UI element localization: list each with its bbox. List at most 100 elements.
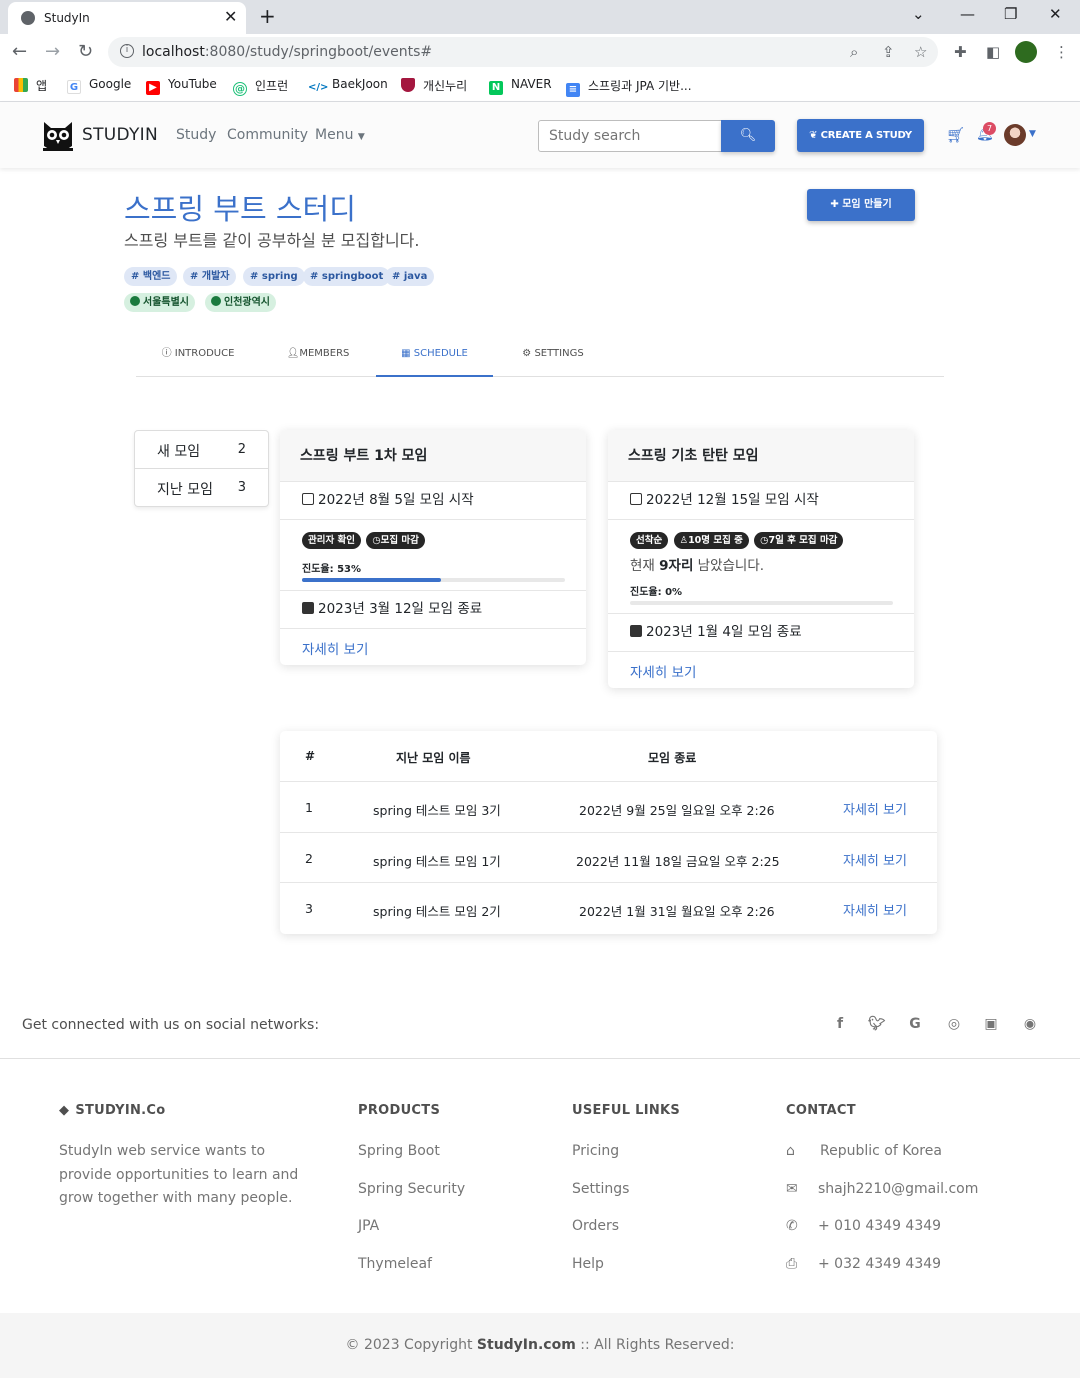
footer-about-line: grow together with many people. [59,1190,293,1206]
list-item-new-events[interactable]: 새 모임 2 [135,431,268,469]
study-tabs: ⓘ INTRODUCE 👤︎MEMBERS ▦ SCHEDULE ⚙ SETTI… [136,340,944,377]
google-icon[interactable]: G [907,1016,923,1032]
cart-icon[interactable]: 🛒︎ [946,126,965,144]
list-item-count: 2 [237,442,246,457]
event-detail-link[interactable]: 자세히 보기 [302,638,368,658]
nav-community[interactable]: Community [227,127,308,143]
progress-label: 진도율: 0% [630,587,683,598]
caret-down-icon: ▼ [357,132,365,142]
footer-useful-link[interactable]: Orders [572,1218,619,1234]
reload-icon[interactable]: ↻ [78,41,93,62]
footer-useful-link[interactable]: Help [572,1256,604,1272]
footer-products-title: PRODUCTS [358,1103,441,1118]
study-title: 스프링 부트 스터디 [124,192,356,226]
table-row: 3 spring 테스트 모임 2기 2022년 1월 31일 월요일 오후 2… [280,883,937,934]
nav-study[interactable]: Study [176,127,216,143]
minimize-icon[interactable]: — [960,5,975,23]
tab-search-icon[interactable]: ⌄ [912,5,925,23]
tab-members[interactable]: 👤︎MEMBERS [260,340,376,377]
caret-down-icon[interactable]: ▼ [1029,129,1036,139]
google-icon: G [67,80,81,94]
site-info-icon[interactable]: i [120,44,134,58]
browser-tab[interactable]: StudyIn ✕ [8,2,246,34]
share-icon[interactable]: ⇪ [882,43,895,61]
brand-name[interactable]: STUDYIN [82,125,158,145]
list-item-label: 지난 모임 [157,482,213,498]
new-tab-icon[interactable]: + [259,4,276,28]
plus-icon: ✚ [830,199,839,210]
list-item-count: 3 [237,480,246,495]
footer-product-link[interactable]: Spring Security [358,1181,465,1197]
tab-settings[interactable]: ⚙ SETTINGS [493,340,613,377]
bookmark-naver[interactable]: N NAVER [489,77,552,95]
bookmark-baekjoon[interactable]: </> BaekJoon [308,77,388,95]
footer-product-link[interactable]: JPA [358,1218,379,1234]
footer-about-line: StudyIn web service wants to [59,1143,266,1159]
zoom-icon[interactable]: ⌕ [850,43,858,61]
footer-useful-link[interactable]: Pricing [572,1143,619,1159]
nav-menu[interactable]: Menu ▼ [315,127,365,143]
bookmark-apps[interactable]: 앱 [14,77,47,94]
tab-introduce[interactable]: ⓘ INTRODUCE [136,340,260,377]
create-meeting-button[interactable]: ✚ 모임 만들기 [807,189,915,221]
footer-product-link[interactable]: Spring Boot [358,1143,440,1159]
side-panel-icon[interactable]: ◧ [986,43,1000,61]
row-name: spring 테스트 모임 2기 [373,904,501,919]
tag-chip[interactable]: # 개발자 [183,267,237,286]
event-detail-link[interactable]: 자세히 보기 [630,661,696,681]
zone-chip[interactable]: 인천광역시 [205,293,276,312]
search-button[interactable]: 🔍︎ [721,120,775,152]
bookmark-gaesin[interactable]: 개신누리 [401,77,467,94]
twitter-icon[interactable]: 🐦︎ [868,1016,886,1032]
bookmark-youtube[interactable]: ▶ YouTube [146,77,217,95]
seats-remaining-text: 현재 9자리 남았습니다. [630,558,765,574]
extensions-icon[interactable]: ✚ [954,43,967,61]
list-item-past-events[interactable]: 지난 모임 3 [135,469,268,507]
progress-bar [302,578,565,582]
row-detail-link[interactable]: 자세히 보기 [843,850,907,869]
event-start: 2022년 12월 15일 모임 시작 [608,482,914,520]
row-detail-link[interactable]: 자세히 보기 [843,799,907,818]
gears-icon: ⚙ [522,348,532,359]
forward-icon[interactable]: → [45,41,60,62]
row-detail-link[interactable]: 자세히 보기 [843,900,907,919]
browser-tab-strip: StudyIn ✕ + ⌄ — ❐ ✕ [0,0,1080,34]
close-tab-icon[interactable]: ✕ [224,7,237,26]
contact-address: Republic of Korea [820,1143,942,1159]
calendar-icon [302,602,314,614]
more-menu-icon[interactable]: ⋮ [1054,43,1069,61]
restore-icon[interactable]: ❐ [1004,5,1017,23]
list-item-label: 새 모임 [157,444,201,460]
tag-chip[interactable]: # 백엔드 [124,267,178,286]
bookmark-spring-jpa[interactable]: ≡ 스프링과 JPA 기반... [566,77,692,97]
instagram-icon[interactable]: ◎ [946,1016,962,1032]
owl-logo-icon[interactable] [40,118,76,154]
zone-chip[interactable]: 서울특별시 [124,293,195,312]
bookmark-google[interactable]: G Google [67,77,131,94]
close-window-icon[interactable]: ✕ [1049,5,1062,23]
user-avatar[interactable] [1004,124,1026,146]
back-icon[interactable]: ← [12,41,27,62]
past-events-table: # 지난 모임 이름 모임 종료 1 spring 테스트 모임 3기 2022… [280,731,937,934]
tag-chip[interactable]: # spring [243,267,305,286]
app-navbar: STUDYIN Study Community Menu ▼ 🔍︎ ❦ CREA… [0,102,1080,168]
study-search-input[interactable] [538,120,722,152]
calendar-check-icon [302,493,314,505]
facebook-icon[interactable]: f [832,1016,848,1032]
docs-icon: ≡ [566,83,580,97]
copyright-site-link[interactable]: StudyIn.com [477,1337,576,1353]
bookmark-star-icon[interactable]: ☆ [914,43,927,61]
tab-schedule[interactable]: ▦ SCHEDULE [376,340,493,377]
address-bar[interactable]: i localhost:8080/study/springboot/events… [108,37,938,67]
footer-links-title: USEFUL LINKS [572,1103,681,1118]
profile-avatar[interactable] [1015,41,1037,63]
footer-useful-link[interactable]: Settings [572,1181,629,1197]
github-icon[interactable]: ◉ [1022,1016,1038,1032]
apps-grid-icon [14,78,28,92]
bookmark-inflearn[interactable]: @ 인프런 [233,77,288,96]
footer-product-link[interactable]: Thymeleaf [358,1256,432,1272]
create-study-button[interactable]: ❦ CREATE A STUDY [797,119,924,152]
tag-chip[interactable]: # java [385,267,435,286]
tag-chip[interactable]: # springboot [303,267,391,286]
linkedin-icon[interactable]: ▣ [983,1016,999,1032]
